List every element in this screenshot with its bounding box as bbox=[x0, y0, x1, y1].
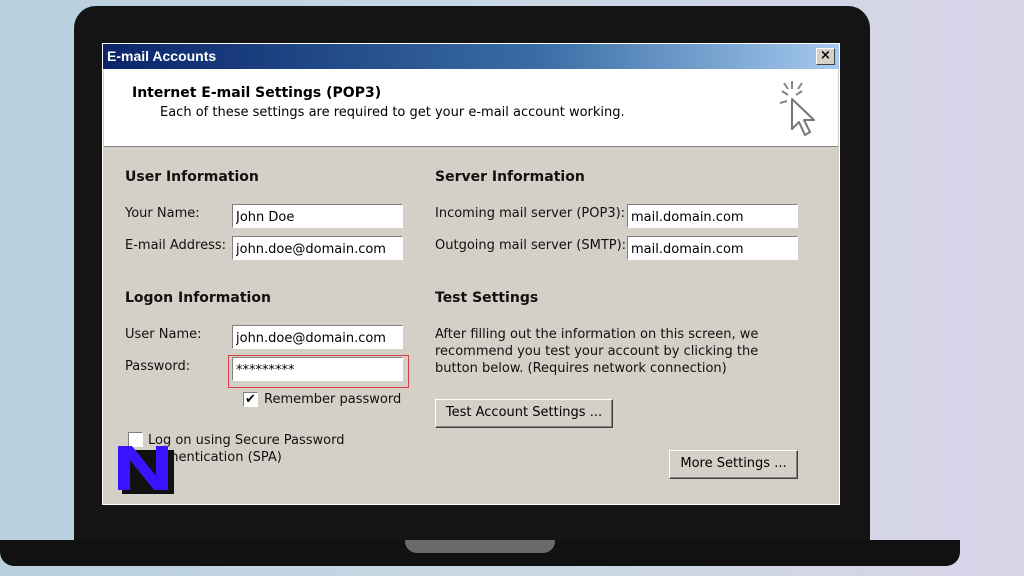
password-label: Password: bbox=[125, 359, 191, 374]
email-address-label: E-mail Address: bbox=[125, 238, 227, 253]
spa-checkbox[interactable] bbox=[128, 432, 143, 447]
window-title: E-mail Accounts bbox=[107, 48, 217, 64]
title-bar: E-mail Accounts × bbox=[103, 44, 839, 69]
wizard-cursor-icon bbox=[779, 81, 815, 136]
remember-password-label: Remember password bbox=[264, 392, 402, 407]
user-name-input[interactable] bbox=[232, 325, 403, 349]
laptop-notch bbox=[405, 540, 555, 553]
test-account-settings-button[interactable]: Test Account Settings ... bbox=[435, 399, 613, 428]
email-address-input[interactable] bbox=[232, 236, 403, 260]
spa-label-line1: Log on using Secure Password bbox=[148, 433, 345, 448]
incoming-server-input[interactable] bbox=[627, 204, 798, 228]
header-panel: Internet E-mail Settings (POP3) Each of … bbox=[104, 69, 838, 147]
header-subtitle: Each of these settings are required to g… bbox=[160, 105, 625, 120]
outgoing-server-label: Outgoing mail server (SMTP): bbox=[435, 238, 627, 253]
close-button[interactable]: × bbox=[816, 48, 835, 65]
incoming-server-label: Incoming mail server (POP3): bbox=[435, 206, 626, 221]
n-logo-icon bbox=[118, 446, 174, 494]
your-name-label: Your Name: bbox=[125, 206, 200, 221]
outgoing-server-input[interactable] bbox=[627, 236, 798, 260]
test-settings-heading: Test Settings bbox=[435, 290, 539, 306]
more-settings-button[interactable]: More Settings ... bbox=[669, 450, 798, 479]
logon-info-heading: Logon Information bbox=[125, 290, 271, 306]
your-name-input[interactable] bbox=[232, 204, 403, 228]
user-info-heading: User Information bbox=[125, 169, 259, 185]
test-settings-description: After filling out the information on thi… bbox=[435, 327, 759, 376]
password-highlight bbox=[228, 355, 409, 388]
header-title: Internet E-mail Settings (POP3) bbox=[132, 85, 382, 101]
remember-password-checkbox[interactable]: ✔ bbox=[243, 392, 258, 407]
server-info-heading: Server Information bbox=[435, 169, 585, 185]
user-name-label: User Name: bbox=[125, 327, 202, 342]
